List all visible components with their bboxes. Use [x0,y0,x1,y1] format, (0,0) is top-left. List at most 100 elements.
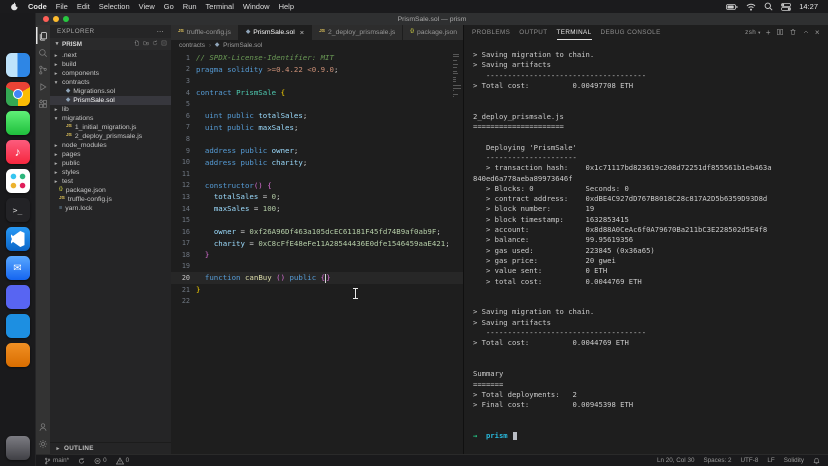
tree-item-pages[interactable]: ▸pages [50,150,171,159]
status-warning[interactable]: 0 [116,457,130,465]
status-spaces-2[interactable]: Spaces: 2 [703,457,731,465]
panel-tab-terminal[interactable]: TERMINAL [557,25,592,40]
tree-item-lib[interactable]: ▸lib [50,105,171,114]
tree-item-yarn-lock[interactable]: ≡yarn.lock [50,204,171,213]
close-panel-icon[interactable]: × [815,29,820,37]
menu-clock[interactable]: 14:27 [799,2,818,11]
code-line-9[interactable]: 9 address public owner; [171,145,463,157]
menu-app-name[interactable]: Code [28,2,47,11]
collapse-folders-icon[interactable] [161,40,167,48]
status-sync[interactable] [78,457,85,465]
search-icon[interactable] [36,44,50,61]
terminal[interactable]: > Saving migration to chain.> Saving art… [464,40,828,454]
close-window-button[interactable] [43,16,49,22]
status-bell[interactable] [813,457,820,465]
tab-prismsale-sol[interactable]: ◆PrismSale.sol× [239,25,312,40]
refresh-explorer-icon[interactable] [152,40,158,48]
code-line-7[interactable]: 7 uint public maxSales; [171,122,463,134]
split-terminal-icon[interactable] [776,28,784,38]
explorer-icon[interactable] [36,27,50,44]
title-bar[interactable]: PrismSale.sol — prism [36,13,828,25]
kill-terminal-icon[interactable] [789,28,797,38]
code-line-21[interactable]: 21} [171,284,463,296]
menu-item-help[interactable]: Help [279,2,294,11]
maximize-panel-icon[interactable] [802,28,810,38]
wifi-icon[interactable] [746,3,756,11]
code-line-8[interactable]: 8 [171,133,463,145]
tree-item-build[interactable]: ▸build [50,60,171,69]
new-terminal-icon[interactable]: + [766,29,771,37]
accounts-icon[interactable] [36,418,50,435]
code-editor[interactable]: 1// SPDX-License-Identifier: MIT2pragma … [171,51,463,454]
code-line-13[interactable]: 13 totalSales = 0; [171,191,463,203]
code-line-11[interactable]: 11 [171,168,463,180]
code-line-6[interactable]: 6 uint public totalSales; [171,110,463,122]
dock-whatsapp-icon[interactable] [6,111,30,135]
tab-package-json[interactable]: {}package.json [403,25,463,40]
tree-item-package-json[interactable]: {}package.json [50,186,171,195]
tree-item-node-modules[interactable]: ▸node_modules [50,141,171,150]
menu-item-go[interactable]: Go [164,2,174,11]
minimize-window-button[interactable] [53,16,59,22]
dock-finder-icon[interactable] [6,53,30,77]
status-branch[interactable]: main* [44,457,69,465]
menu-item-window[interactable]: Window [243,2,270,11]
code-line-17[interactable]: 17 charity = 0xC8cFfE48eFe11A28544436E0d… [171,238,463,250]
status-utf-8[interactable]: UTF-8 [740,457,758,465]
tree-item-test[interactable]: ▸test [50,177,171,186]
status-error[interactable]: 0 [94,457,107,465]
menu-item-run[interactable]: Run [183,2,197,11]
minimap[interactable] [453,54,462,99]
code-line-4[interactable]: 4contract PrismSale { [171,87,463,99]
breadcrumb-item-contracts[interactable]: contracts [179,42,205,49]
new-folder-icon[interactable] [143,40,149,48]
code-line-5[interactable]: 5 [171,98,463,110]
menu-item-file[interactable]: File [56,2,68,11]
menu-item-edit[interactable]: Edit [77,2,90,11]
spotlight-search-icon[interactable] [764,2,773,11]
terminal-picker[interactable]: zsh ▾ [745,29,761,36]
extensions-icon[interactable] [36,95,50,112]
outline-section-header[interactable]: ▸ OUTLINE [50,442,171,454]
panel-tab-debug-console[interactable]: DEBUG CONSOLE [601,25,661,40]
tree-item-public[interactable]: ▸public [50,159,171,168]
zoom-window-button[interactable] [63,16,69,22]
status-solidity[interactable]: Solidity [784,457,804,465]
dock-discord-icon[interactable] [6,285,30,309]
status-lf[interactable]: LF [767,457,774,465]
source-control-icon[interactable] [36,61,50,78]
tab-truffle-config-js[interactable]: JStruffle-config.js [171,25,239,40]
apple-menu-icon[interactable] [10,2,19,11]
menu-item-terminal[interactable]: Terminal [206,2,234,11]
code-line-19[interactable]: 19 [171,261,463,273]
dock-mail-icon[interactable]: ✉ [6,256,30,280]
panel-tab-output[interactable]: OUTPUT [519,25,547,40]
dock-terminal-icon[interactable]: >_ [6,198,30,222]
tree-item-contracts[interactable]: ▾contracts [50,78,171,87]
status-ln-20-col-30[interactable]: Ln 20, Col 30 [657,457,694,465]
code-line-15[interactable]: 15 [171,214,463,226]
dock-music-icon[interactable]: ♪ [6,140,30,164]
tab-2-deploy-prismsale-js[interactable]: JS2_deploy_prismsale.js [312,25,403,40]
code-line-10[interactable]: 10 address public charity; [171,156,463,168]
code-line-3[interactable]: 3 [171,75,463,87]
project-section-header[interactable]: ▾ PRISM [50,38,171,50]
tree-item-migrations-sol[interactable]: ◆Migrations.sol [50,87,171,96]
code-line-22[interactable]: 22 [171,295,463,307]
dock-chrome-icon[interactable] [6,82,30,106]
code-line-16[interactable]: 16 owner = 0xf26A96Df463a105dcEC61181F45… [171,226,463,238]
tree-item-next[interactable]: ▸.next [50,51,171,60]
tree-item-2-deploy-prismsale-js[interactable]: JS2_deploy_prismsale.js [50,132,171,141]
tree-item-prismsale-sol[interactable]: ◆PrismSale.sol [50,96,171,105]
code-line-12[interactable]: 12 constructor() { [171,180,463,192]
breadcrumb-item-prismsale-sol[interactable]: PrismSale.sol [223,42,262,49]
tree-item-styles[interactable]: ▸styles [50,168,171,177]
menu-item-selection[interactable]: Selection [99,2,130,11]
new-file-icon[interactable] [134,40,140,48]
dock-vscode-icon[interactable] [6,227,30,251]
tree-item-truffle-config-js[interactable]: JStruffle-config.js [50,195,171,204]
code-line-20[interactable]: 20 function canBuy () public {} [171,272,463,284]
tree-item-1-initial-migration-js[interactable]: JS1_initial_migration.js [50,123,171,132]
run-and-debug-icon[interactable] [36,78,50,95]
dock-trash-icon[interactable] [6,436,30,460]
